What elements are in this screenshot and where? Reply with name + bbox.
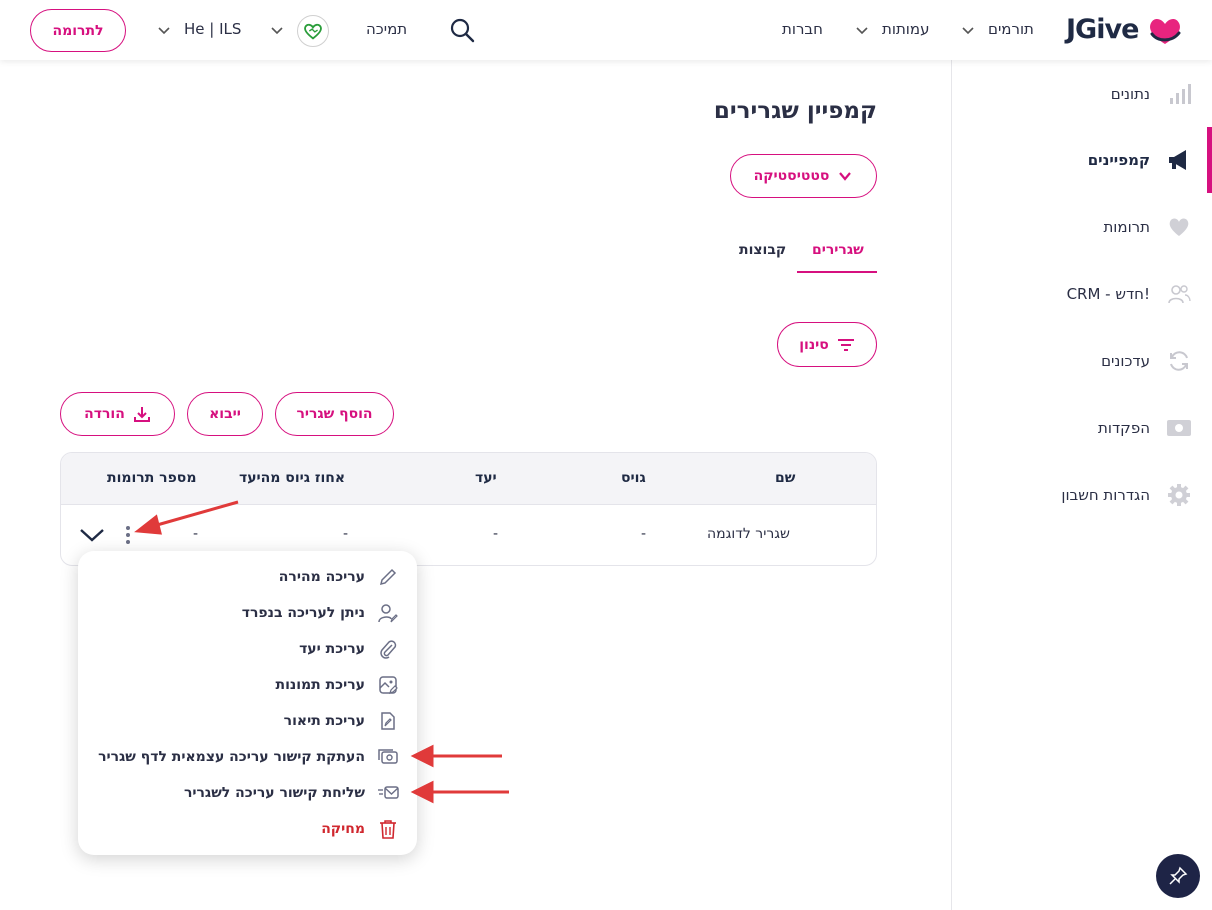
table-cell-donation-count: - bbox=[193, 526, 199, 542]
menu-item-label: עריכת תיאור bbox=[283, 713, 365, 729]
menu-item-separately-editable[interactable]: ניתן לעריכה בנפרד bbox=[79, 600, 399, 626]
download-icon bbox=[133, 407, 150, 422]
top-header: לתרומה He | ILS תמיכה חברות עמותות תורמי… bbox=[0, 0, 1212, 60]
copy-link-icon bbox=[377, 746, 399, 768]
menu-item-delete[interactable]: מחיקה bbox=[79, 816, 399, 842]
tab-ambassadors[interactable]: שגרירים bbox=[812, 242, 864, 258]
pin-button[interactable] bbox=[1156, 854, 1200, 898]
table-cell-raised: - bbox=[641, 526, 647, 542]
menu-item-edit-images[interactable]: עריכת תמונות bbox=[79, 672, 399, 698]
table-cell-name[interactable]: שגריר לדוגמה bbox=[707, 526, 790, 542]
nav-associations[interactable]: עמותות bbox=[882, 20, 929, 38]
download-button[interactable]: הורדה bbox=[60, 392, 175, 436]
bar-chart-icon bbox=[1166, 81, 1192, 107]
sidebar-item-label: הגדרות חשבון bbox=[1061, 486, 1150, 504]
nav-support[interactable]: תמיכה bbox=[366, 20, 407, 38]
chevron-down-icon[interactable] bbox=[270, 23, 284, 37]
table-cell-goal: - bbox=[493, 526, 499, 542]
menu-item-edit-description[interactable]: עריכת תיאור bbox=[79, 708, 399, 734]
page-title: קמפיין שגרירים bbox=[713, 98, 877, 124]
filter-button[interactable]: סינון bbox=[777, 322, 877, 367]
paperclip-icon bbox=[377, 638, 399, 660]
column-header-goal: יעד bbox=[475, 470, 497, 486]
menu-item-quick-edit[interactable]: עריכה מהירה bbox=[79, 564, 399, 590]
pencil-icon bbox=[377, 566, 399, 588]
sidebar-item-label: CRM - חדש! bbox=[1066, 285, 1150, 303]
sidebar-item-label: נתונים bbox=[1110, 85, 1150, 103]
heart-icon bbox=[1166, 214, 1192, 240]
sidebar-item-donations[interactable]: תרומות bbox=[972, 207, 1192, 247]
menu-item-label: עריכת תמונות bbox=[275, 677, 365, 693]
banknote-icon bbox=[1166, 415, 1192, 441]
menu-item-label: שליחת קישור עריכה לשגריר bbox=[183, 785, 365, 801]
filter-button-label: סינון bbox=[799, 336, 829, 353]
tab-groups[interactable]: קבוצות bbox=[739, 242, 786, 258]
heart-hands-icon bbox=[304, 23, 322, 40]
column-header-raised: גויס bbox=[621, 470, 646, 486]
pin-icon bbox=[1169, 866, 1188, 885]
active-tab-indicator bbox=[797, 271, 877, 273]
sidebar-item-label: קמפיינים bbox=[1087, 151, 1150, 169]
row-actions-menu: עריכה מהירה ניתן לעריכה בנפרד עריכת יעד … bbox=[78, 551, 417, 855]
logo-heart-icon bbox=[1150, 18, 1181, 44]
column-header-goal-percent: אחוז גיוס מהיעד bbox=[239, 470, 346, 486]
column-header-donation-count: מספר תרומות bbox=[107, 470, 197, 486]
statistics-button-label: סטטיסטיקה bbox=[753, 168, 830, 184]
add-ambassador-button[interactable]: הוסף שגריר bbox=[275, 392, 394, 436]
chevron-down-icon bbox=[839, 172, 852, 181]
chevron-down-icon[interactable] bbox=[157, 23, 171, 37]
users-icon bbox=[1166, 281, 1192, 307]
menu-item-label: מחיקה bbox=[321, 821, 365, 837]
menu-item-edit-goal[interactable]: עריכת יעד bbox=[79, 636, 399, 662]
menu-item-label: עריכה מהירה bbox=[278, 569, 365, 585]
file-edit-icon bbox=[377, 710, 399, 732]
download-button-label: הורדה bbox=[84, 406, 125, 422]
mail-send-icon bbox=[377, 782, 399, 804]
statistics-button[interactable]: סטטיסטיקה bbox=[730, 154, 877, 198]
user-edit-icon bbox=[377, 602, 399, 624]
nav-donors[interactable]: תורמים bbox=[988, 20, 1034, 38]
sidebar-active-indicator bbox=[1207, 127, 1212, 193]
chevron-down-icon[interactable] bbox=[961, 23, 975, 37]
menu-item-label: העתקת קישור עריכה עצמאית לדף שגריר bbox=[98, 749, 365, 765]
import-button[interactable]: ייבוא bbox=[187, 392, 263, 436]
menu-item-send-edit-link[interactable]: שליחת קישור עריכה לשגריר bbox=[79, 780, 399, 806]
donate-button[interactable]: לתרומה bbox=[30, 9, 126, 52]
sidebar-item-data[interactable]: נתונים bbox=[972, 74, 1192, 114]
avatar[interactable] bbox=[297, 15, 329, 47]
more-options-icon[interactable] bbox=[124, 525, 132, 545]
table-cell-goal-percent: - bbox=[343, 526, 349, 542]
sidebar-item-updates[interactable]: עדכונים bbox=[972, 341, 1192, 381]
sidebar-item-label: הפקדות bbox=[1098, 419, 1150, 437]
column-header-name: שם bbox=[775, 470, 796, 486]
sidebar-item-account-settings[interactable]: הגדרות חשבון bbox=[972, 475, 1192, 515]
sidebar-item-campaigns[interactable]: קמפיינים bbox=[972, 140, 1192, 180]
sidebar-item-label: תרומות bbox=[1103, 218, 1150, 236]
menu-item-label: ניתן לעריכה בנפרד bbox=[241, 605, 365, 621]
menu-item-label: עריכת יעד bbox=[299, 641, 365, 657]
sidebar: נתונים קמפיינים תרומות CRM - חדש! עדכוני… bbox=[951, 60, 1212, 910]
filter-icon bbox=[837, 338, 854, 351]
sidebar-item-label: עדכונים bbox=[1101, 352, 1150, 370]
search-icon[interactable] bbox=[449, 17, 475, 43]
image-edit-icon bbox=[377, 674, 399, 696]
nav-companies[interactable]: חברות bbox=[782, 20, 823, 38]
sidebar-item-crm[interactable]: CRM - חדש! bbox=[972, 274, 1192, 314]
menu-item-copy-edit-link[interactable]: העתקת קישור עריכה עצמאית לדף שגריר bbox=[79, 744, 399, 770]
sidebar-item-deposits[interactable]: הפקדות bbox=[972, 408, 1192, 448]
refresh-icon bbox=[1166, 348, 1192, 374]
gear-icon bbox=[1166, 482, 1192, 508]
chevron-down-icon[interactable] bbox=[855, 23, 869, 37]
logo[interactable]: JGive bbox=[1066, 14, 1139, 45]
lang-currency-selector[interactable]: He | ILS bbox=[184, 20, 241, 38]
trash-icon bbox=[377, 818, 399, 840]
megaphone-icon bbox=[1166, 147, 1192, 173]
expand-row-chevron-icon[interactable] bbox=[79, 527, 105, 543]
ambassadors-table: שם גויס יעד אחוז גיוס מהיעד מספר תרומות … bbox=[60, 452, 877, 566]
